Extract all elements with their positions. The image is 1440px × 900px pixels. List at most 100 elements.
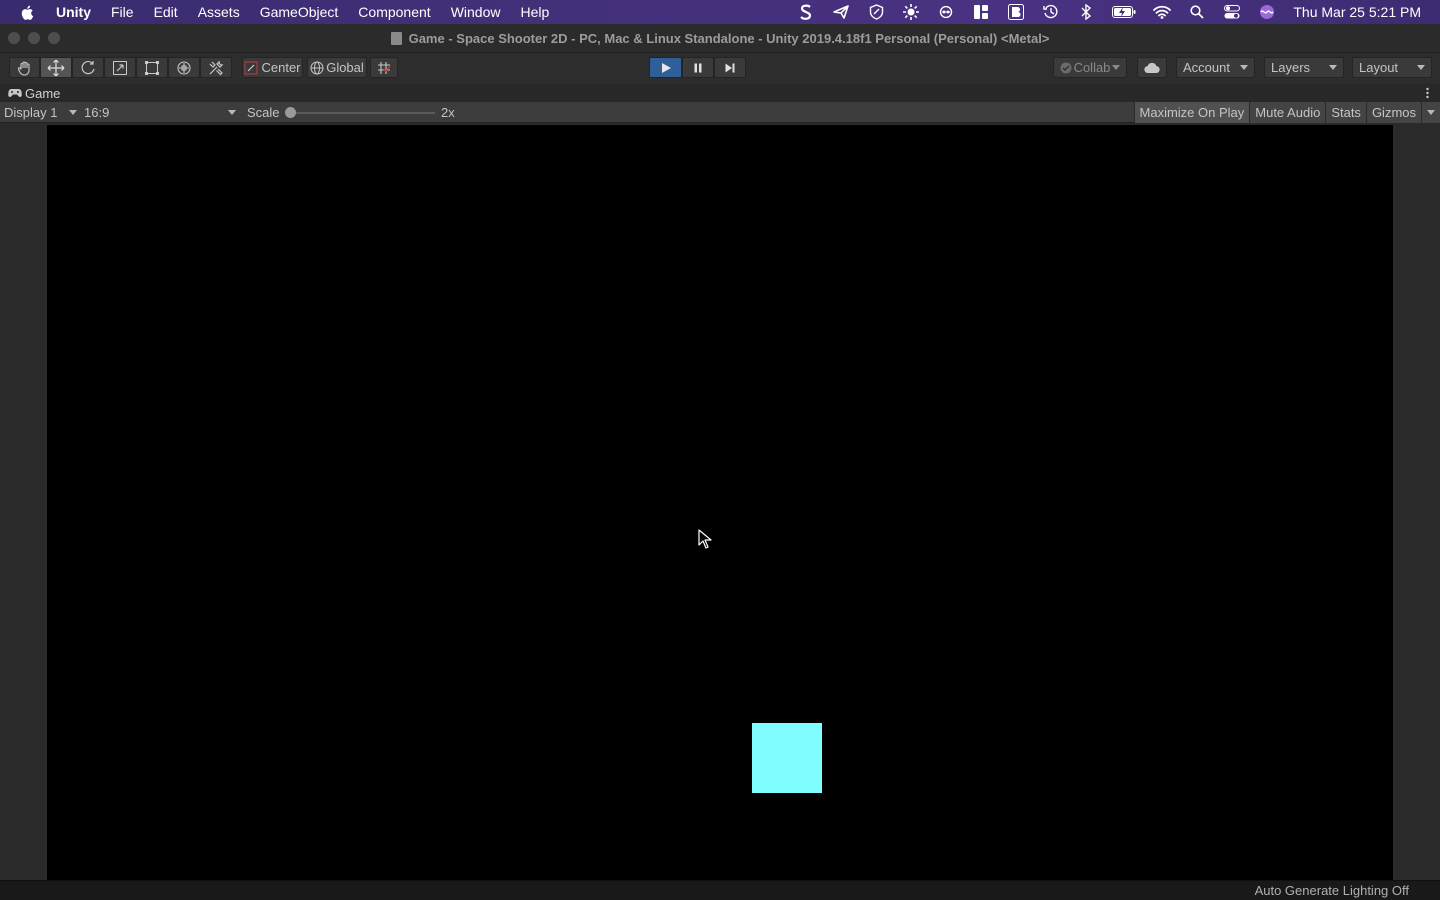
time-machine-icon[interactable] — [1042, 4, 1060, 20]
game-view-options: Maximize On Play Mute Audio Stats Gizmos — [1133, 102, 1440, 123]
window-controls — [8, 32, 68, 44]
scale-icon — [113, 60, 127, 75]
menubar-clock[interactable]: Thu Mar 25 5:21 PM — [1293, 4, 1421, 20]
mute-audio-label: Mute Audio — [1255, 105, 1321, 120]
menu-window[interactable]: Window — [451, 4, 501, 20]
mouse-cursor-icon — [698, 529, 712, 549]
menu-help[interactable]: Help — [520, 4, 549, 20]
status-bar: Auto Generate Lighting Off — [0, 880, 1440, 900]
play-icon — [661, 62, 671, 73]
tab-game[interactable]: Game — [8, 86, 60, 101]
scale-tool-button[interactable] — [104, 57, 136, 78]
collab-label: Collab — [1073, 60, 1111, 75]
pivot-center-icon — [244, 61, 258, 74]
wifi-icon[interactable] — [1153, 4, 1172, 20]
player-cube — [752, 723, 822, 793]
step-icon — [725, 63, 735, 72]
gizmos-label: Gizmos — [1371, 105, 1416, 120]
collab-dropdown[interactable]: Collab — [1053, 57, 1127, 78]
display-dropdown[interactable]: Display 1 — [4, 102, 77, 123]
pivot-mode-button[interactable]: Center — [242, 57, 303, 78]
menu-file[interactable]: File — [111, 4, 134, 20]
pivot-mode-label: Center — [261, 60, 301, 75]
maximize-on-play-label: Maximize On Play — [1139, 105, 1245, 120]
custom-tool-button[interactable] — [200, 57, 232, 78]
window-title-text: Game - Space Shooter 2D - PC, Mac & Linu… — [408, 30, 1050, 46]
scale-slider-handle[interactable] — [285, 107, 296, 118]
zoom-window-button[interactable] — [48, 32, 60, 44]
transform-icon — [177, 60, 191, 75]
cloud-icon — [1144, 62, 1160, 73]
rotate-icon — [81, 60, 95, 74]
display-label: Display 1 — [4, 105, 58, 120]
close-window-button[interactable] — [8, 32, 20, 44]
layout-grid-icon[interactable] — [972, 4, 990, 20]
snap-grid-button[interactable] — [370, 57, 398, 78]
hand-icon — [17, 60, 30, 76]
lighting-status[interactable]: Auto Generate Lighting Off — [1255, 883, 1409, 898]
grid-snap-icon — [378, 61, 391, 74]
siri-icon[interactable] — [1258, 4, 1276, 20]
chevron-down-icon — [1329, 65, 1337, 70]
game-tab-bar: Game — [0, 84, 1440, 102]
layout-dropdown[interactable]: Layout — [1352, 57, 1432, 78]
menu-gameobject[interactable]: GameObject — [260, 4, 339, 20]
apple-logo-icon[interactable] — [20, 4, 36, 21]
brightness-icon[interactable] — [902, 4, 920, 20]
menu-component[interactable]: Component — [358, 4, 430, 20]
cloud-services-button[interactable] — [1137, 57, 1167, 78]
account-label: Account — [1183, 60, 1230, 75]
layers-dropdown[interactable]: Layers — [1264, 57, 1344, 78]
rotate-tool-button[interactable] — [72, 57, 104, 78]
chevron-down-icon — [1427, 110, 1435, 115]
scale-value: 2x — [441, 105, 455, 120]
chevron-down-icon — [228, 110, 236, 115]
maximize-on-play-toggle[interactable]: Maximize On Play — [1133, 102, 1250, 123]
play-button[interactable] — [649, 57, 682, 78]
move-arrows-icon — [47, 59, 65, 76]
account-dropdown[interactable]: Account — [1176, 57, 1255, 78]
infinity-icon[interactable] — [937, 4, 955, 20]
rect-tool-button[interactable] — [136, 57, 168, 78]
scrivener-icon[interactable] — [797, 4, 815, 20]
game-viewport[interactable] — [47, 125, 1393, 880]
chevron-down-icon — [1111, 65, 1120, 70]
globe-icon — [310, 61, 324, 74]
gamepad-icon — [8, 89, 22, 97]
pause-button[interactable] — [682, 57, 714, 78]
chevron-down-icon — [1240, 65, 1248, 70]
menu-app-unity[interactable]: Unity — [56, 4, 91, 20]
gizmos-dropdown[interactable] — [1421, 102, 1440, 123]
hand-tool-button[interactable] — [9, 57, 40, 78]
menu-assets[interactable]: Assets — [198, 4, 240, 20]
window-title-bar[interactable]: Game - Space Shooter 2D - PC, Mac & Linu… — [0, 24, 1440, 53]
stats-toggle[interactable]: Stats — [1325, 102, 1366, 123]
gizmos-toggle[interactable]: Gizmos — [1365, 102, 1421, 123]
transform-tool-button[interactable] — [168, 57, 200, 78]
more-options-icon[interactable] — [1426, 86, 1429, 100]
scale-label: Scale — [247, 105, 280, 120]
spotlight-search-icon[interactable] — [1188, 4, 1206, 20]
aspect-ratio-label: 16:9 — [84, 105, 110, 120]
aspect-ratio-dropdown[interactable]: 16:9 — [84, 102, 236, 123]
pause-icon — [694, 63, 702, 72]
chevron-down-icon — [1417, 65, 1425, 70]
scale-slider-track[interactable] — [290, 112, 435, 114]
bluetooth-icon[interactable] — [1077, 4, 1095, 20]
game-view-toolbar: Display 1 16:9 Scale 2x Maximize On Play… — [0, 102, 1440, 123]
pivot-rotation-button[interactable]: Global — [307, 57, 367, 78]
paper-plane-icon[interactable] — [832, 4, 850, 20]
main-toolbar: Center Global Collab Account Layers Layo… — [0, 53, 1440, 84]
menu-edit[interactable]: Edit — [154, 4, 178, 20]
mute-audio-toggle[interactable]: Mute Audio — [1249, 102, 1326, 123]
move-tool-button[interactable] — [40, 57, 72, 78]
battery-charging-icon[interactable] — [1112, 4, 1136, 20]
control-center-icon[interactable] — [1223, 4, 1241, 20]
step-button[interactable] — [714, 57, 746, 78]
minimize-window-button[interactable] — [28, 32, 40, 44]
chevron-down-icon — [69, 110, 77, 115]
status-menu-area: Thu Mar 25 5:21 PM — [797, 0, 1440, 24]
vpn-shield-icon[interactable] — [867, 4, 885, 20]
layout-label: Layout — [1359, 60, 1399, 75]
bold-b-icon[interactable] — [1007, 4, 1025, 20]
